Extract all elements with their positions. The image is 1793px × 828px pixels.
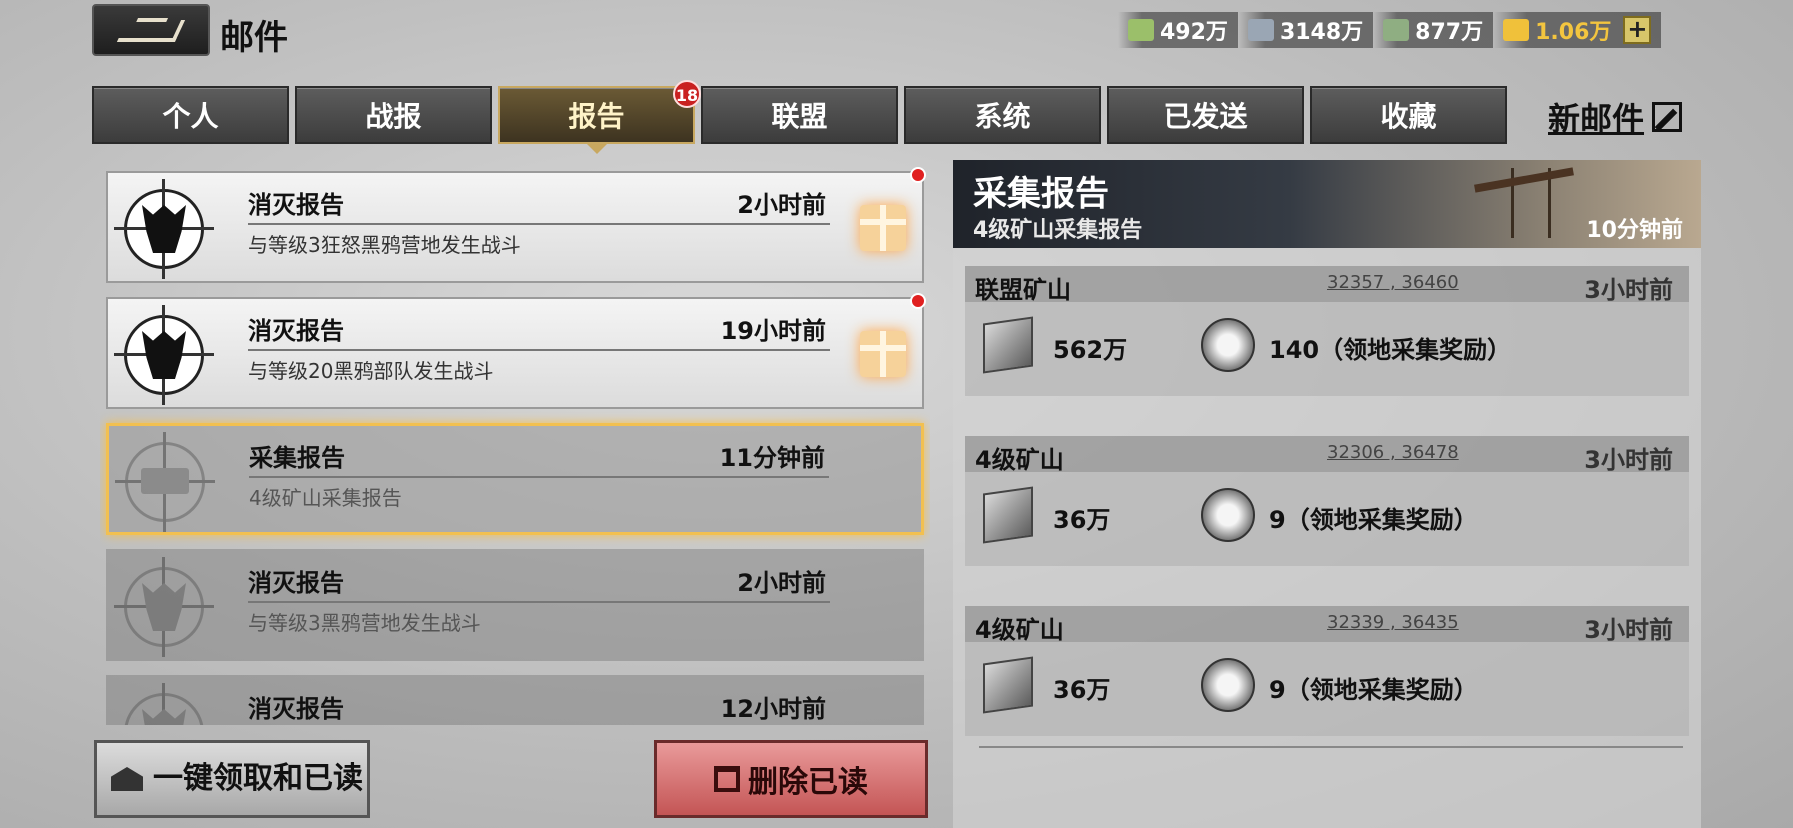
trash-icon — [714, 766, 740, 792]
mail-item[interactable]: 消灭报告 2小时前 与等级3黑鸦营地发生战斗 — [106, 549, 924, 661]
active-tab-caret — [584, 142, 609, 154]
mail-time: 2小时前 — [737, 191, 826, 219]
ore-icon — [983, 486, 1033, 544]
territory-bonus: 140（领地采集奖励） — [1269, 336, 1512, 364]
mine-entry: 4级矿山 32306 , 36478 3小时前 36万 9（领地采集奖励） — [965, 436, 1689, 566]
crow-skull-icon — [114, 179, 214, 279]
mail-subtitle: 与等级20黑鸦部队发生战斗 — [248, 359, 494, 383]
tab-sent[interactable]: 已发送 — [1107, 86, 1304, 144]
unread-dot — [910, 167, 926, 183]
mine-time: 3小时前 — [1584, 446, 1673, 474]
mine-name: 联盟矿山 — [975, 276, 1071, 304]
crow-skull-icon — [114, 557, 214, 657]
ore-icon — [983, 316, 1033, 374]
oil-icon — [1383, 19, 1410, 41]
envelope-icon — [111, 767, 143, 791]
mail-time: 2小时前 — [737, 569, 826, 597]
mine-coordinates-link[interactable]: 32306 , 36478 — [1327, 442, 1459, 463]
mail-title: 消灭报告 — [248, 191, 344, 219]
mine-entry: 4级矿山 32339 , 36435 3小时前 36万 9（领地采集奖励） — [965, 606, 1689, 736]
resource-steel: 3148万 — [1237, 12, 1374, 48]
collection-truck-icon — [115, 432, 215, 532]
resource-oil: 877万 — [1373, 12, 1494, 48]
divider — [249, 476, 829, 478]
mail-title: 采集报告 — [249, 444, 345, 472]
resource-bar: 492万 3148万 877万 1.06万 + — [1118, 10, 1662, 50]
mail-list[interactable]: 消灭报告 2小时前 与等级3狂怒黑鸦营地发生战斗 消灭报告 19小时前 与等级2… — [100, 165, 930, 725]
unread-badge: 18 — [673, 80, 701, 108]
divider — [248, 349, 830, 351]
back-button[interactable] — [92, 4, 210, 56]
tab-alliance[interactable]: 联盟 — [701, 86, 898, 144]
mail-subtitle: 与等级3黑鸦营地发生战斗 — [248, 611, 481, 635]
cash-icon — [1128, 19, 1154, 41]
territory-bonus: 9（领地采集奖励） — [1269, 676, 1478, 704]
back-arrow-icon — [116, 20, 186, 42]
delete-read-button[interactable]: 删除已读 — [654, 740, 928, 818]
report-detail-panel: 采集报告 4级矿山采集报告 10分钟前 联盟矿山 32357 , 36460 3… — [953, 160, 1701, 828]
medal-icon — [1201, 658, 1255, 712]
ore-amount: 562万 — [1053, 336, 1128, 364]
mail-title: 消灭报告 — [248, 317, 344, 345]
steel-icon — [1247, 19, 1274, 41]
mail-time: 19小时前 — [720, 317, 826, 345]
unread-dot — [910, 293, 926, 309]
report-subtitle: 4级矿山采集报告 — [973, 218, 1143, 243]
mail-item[interactable]: 消灭报告 19小时前 与等级20黑鸦部队发生战斗 — [106, 293, 926, 409]
report-time: 10分钟前 — [1586, 218, 1683, 243]
mail-title: 消灭报告 — [248, 569, 344, 597]
crow-skull-icon — [114, 683, 214, 725]
mine-time: 3小时前 — [1584, 616, 1673, 644]
mail-subtitle: 与等级3狂怒黑鸦营地发生战斗 — [248, 233, 521, 257]
tab-report[interactable]: 报告 18 — [498, 80, 701, 154]
ore-amount: 36万 — [1053, 506, 1111, 534]
mail-time: 12小时前 — [720, 695, 826, 723]
report-title: 采集报告 — [973, 174, 1109, 214]
oil-rig-icon — [1511, 168, 1551, 238]
territory-bonus: 9（领地采集奖励） — [1269, 506, 1478, 534]
tab-favorites[interactable]: 收藏 — [1310, 86, 1507, 144]
new-mail-button[interactable]: 新邮件 — [1548, 94, 1683, 140]
gold-icon — [1503, 19, 1530, 41]
divider — [248, 223, 830, 225]
tab-personal[interactable]: 个人 — [92, 86, 289, 144]
mine-name: 4级矿山 — [975, 446, 1064, 474]
gift-icon[interactable] — [860, 205, 906, 251]
crow-skull-icon — [114, 305, 214, 405]
resource-gold: 1.06万 + — [1493, 12, 1662, 48]
mail-item-selected[interactable]: 采集报告 11分钟前 4级矿山采集报告 — [106, 423, 924, 535]
medal-icon — [1201, 488, 1255, 542]
page-title: 邮件 — [220, 18, 288, 58]
gift-icon[interactable] — [860, 331, 906, 377]
add-gold-button[interactable]: + — [1623, 16, 1652, 44]
mail-item[interactable]: 消灭报告 12小时前 — [106, 675, 924, 725]
tab-battle-report[interactable]: 战报 — [295, 86, 492, 144]
mine-entry: 联盟矿山 32357 , 36460 3小时前 562万 140（领地采集奖励） — [965, 266, 1689, 396]
tab-system[interactable]: 系统 — [904, 86, 1101, 144]
resource-cash: 492万 — [1118, 12, 1238, 48]
edit-icon — [1652, 102, 1683, 132]
mail-subtitle: 4级矿山采集报告 — [249, 486, 402, 510]
mine-time: 3小时前 — [1584, 276, 1673, 304]
ore-amount: 36万 — [1053, 676, 1111, 704]
mail-item[interactable]: 消灭报告 2小时前 与等级3狂怒黑鸦营地发生战斗 — [106, 167, 926, 283]
claim-all-and-read-button[interactable]: 一键领取和已读 — [94, 740, 370, 818]
ore-icon — [983, 656, 1033, 714]
mail-title: 消灭报告 — [248, 695, 344, 723]
divider — [248, 601, 830, 603]
mine-name: 4级矿山 — [975, 616, 1064, 644]
mine-coordinates-link[interactable]: 32357 , 36460 — [1327, 272, 1459, 293]
divider — [979, 746, 1683, 748]
medal-icon — [1201, 318, 1255, 372]
mail-time: 11分钟前 — [719, 444, 825, 472]
report-header-banner: 采集报告 4级矿山采集报告 10分钟前 — [953, 160, 1701, 248]
mine-coordinates-link[interactable]: 32339 , 36435 — [1327, 612, 1459, 633]
